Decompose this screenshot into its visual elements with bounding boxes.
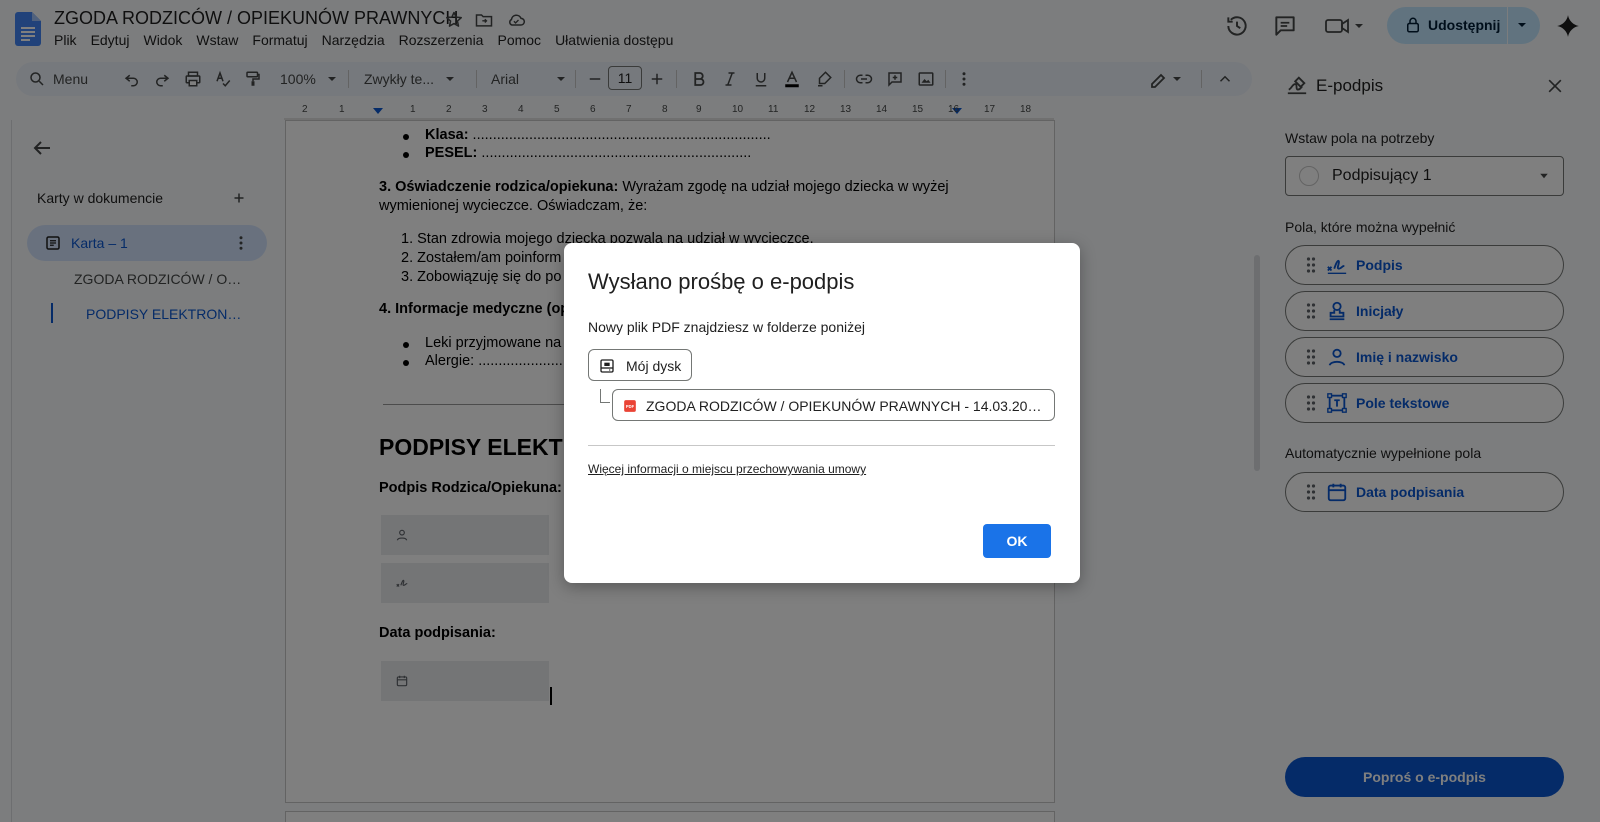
svg-text:PDF: PDF	[626, 404, 635, 409]
dialog-subtitle: Nowy plik PDF znajdziesz w folderze poni…	[588, 319, 865, 335]
drive-label: Mój dysk	[626, 358, 682, 374]
pdf-file-icon: PDF	[624, 400, 636, 412]
storage-info-link[interactable]: Więcej informacji o miejscu przechowywan…	[588, 462, 866, 476]
pdf-file-chip[interactable]: PDF ZGODA RODZICÓW / OPIEKUNÓW PRAWNYCH …	[612, 389, 1055, 421]
ok-button[interactable]: OK	[983, 524, 1051, 558]
my-drive-chip[interactable]: Mój dysk	[588, 349, 692, 381]
dialog-divider	[588, 445, 1055, 446]
esignature-sent-dialog: Wysłano prośbę o e-podpis Nowy plik PDF …	[564, 243, 1080, 583]
folder-tree-connector	[600, 389, 610, 403]
dialog-title: Wysłano prośbę o e-podpis	[588, 269, 855, 294]
pdf-file-name: ZGODA RODZICÓW / OPIEKUNÓW PRAWNYCH - 14…	[646, 398, 1046, 414]
drive-icon	[600, 359, 614, 373]
